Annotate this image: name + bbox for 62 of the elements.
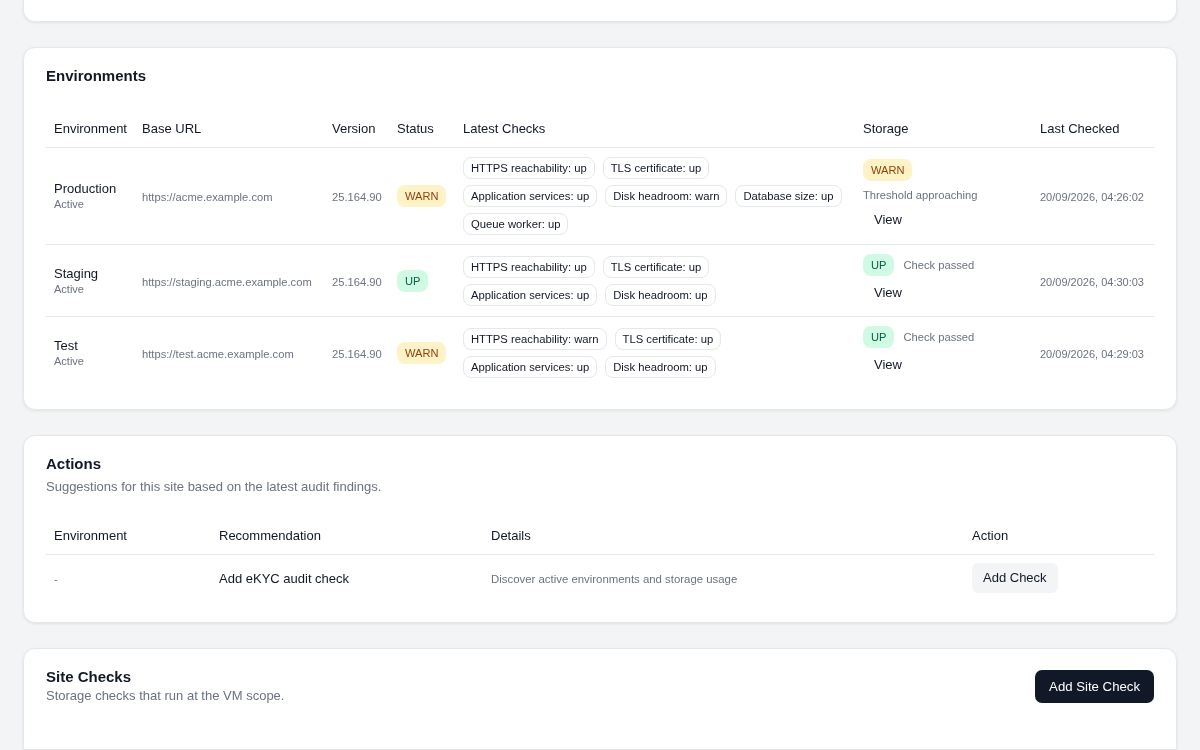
column-header: Recommendation — [211, 518, 483, 555]
last-checked-time: 20/09/2026, 04:29:03 — [1040, 347, 1144, 360]
view-button[interactable]: View — [863, 279, 913, 307]
check-chip: TLS certificate: up — [602, 255, 710, 278]
check-chip: TLS certificate: up — [602, 157, 710, 179]
section-title: Environments — [46, 66, 148, 86]
storage-note: Threshold approaching — [863, 187, 978, 203]
status-badge: WARN — [397, 185, 447, 207]
status-badge: WARN — [397, 341, 447, 364]
version-text: 25.164.90 — [332, 347, 382, 360]
details-text: Discover active environments and storage usage — [491, 573, 738, 585]
environment-state: Active — [54, 197, 85, 211]
section-title: Actions — [46, 454, 102, 474]
storage-badge: UP — [863, 254, 895, 276]
check-chip: TLS certificate: up — [614, 327, 722, 350]
view-button[interactable]: View — [863, 205, 913, 234]
status-badge: UP — [397, 269, 429, 292]
environment-name: Test — [54, 337, 79, 354]
storage-note: Check passed — [903, 330, 975, 345]
column-header: Details — [483, 518, 964, 555]
column-header: Status — [389, 111, 455, 148]
recommendation-text: Add eKYC audit check — [219, 571, 350, 586]
check-chip: HTTPS reachability: warn — [463, 327, 607, 350]
environment-text: - — [54, 573, 58, 585]
last-checked-time: 20/09/2026, 04:26:02 — [1040, 191, 1144, 203]
column-header: Environment — [46, 518, 211, 555]
storage-note: Check passed — [903, 258, 975, 273]
environment-state: Active — [54, 281, 85, 296]
check-chip: Application services: up — [463, 355, 598, 378]
column-header: Action — [964, 518, 1154, 555]
check-chip: Disk headroom: up — [605, 355, 716, 378]
column-header: Storage — [855, 111, 1032, 148]
add-site-check-button[interactable]: Add Site Check — [1035, 669, 1154, 703]
column-header: Base URL — [134, 111, 324, 148]
base-url: https://staging.acme.example.com — [142, 275, 312, 288]
check-chip: HTTPS reachability: up — [463, 157, 595, 179]
add-check-button[interactable]: Add Check — [972, 563, 1058, 593]
last-checked-time: 20/09/2026, 04:30:03 — [1040, 275, 1144, 288]
storage-badge: WARN — [863, 158, 913, 181]
column-header: Latest Checks — [455, 111, 855, 148]
base-url: https://test.acme.example.com — [142, 347, 294, 360]
column-header: Environment — [46, 111, 134, 148]
version-text: 25.164.90 — [332, 191, 382, 203]
section-subtitle: Suggestions for this site based on the latest audit findings. — [46, 478, 383, 496]
check-chip: Disk headroom: up — [605, 283, 716, 306]
storage-badge: UP — [863, 326, 895, 348]
environment-state: Active — [54, 353, 85, 368]
column-header: Version — [324, 111, 389, 148]
check-chip: Queue worker: up — [463, 213, 569, 235]
section-subtitle: Storage checks that run at the VM scope. — [46, 687, 285, 705]
check-chip: Application services: up — [463, 283, 598, 306]
version-text: 25.164.90 — [332, 275, 382, 288]
check-chip: Database size: up — [735, 185, 842, 207]
section-title: Site Checks — [46, 667, 133, 687]
environment-name: Production — [54, 181, 118, 197]
check-chip: Disk headroom: warn — [605, 185, 728, 207]
column-header: Last Checked — [1032, 111, 1154, 148]
check-chip: Application services: up — [463, 185, 598, 207]
check-chip: HTTPS reachability: up — [463, 255, 595, 278]
environment-name: Staging — [54, 265, 100, 282]
base-url: https://acme.example.com — [142, 191, 273, 203]
view-button[interactable]: View — [863, 351, 913, 379]
